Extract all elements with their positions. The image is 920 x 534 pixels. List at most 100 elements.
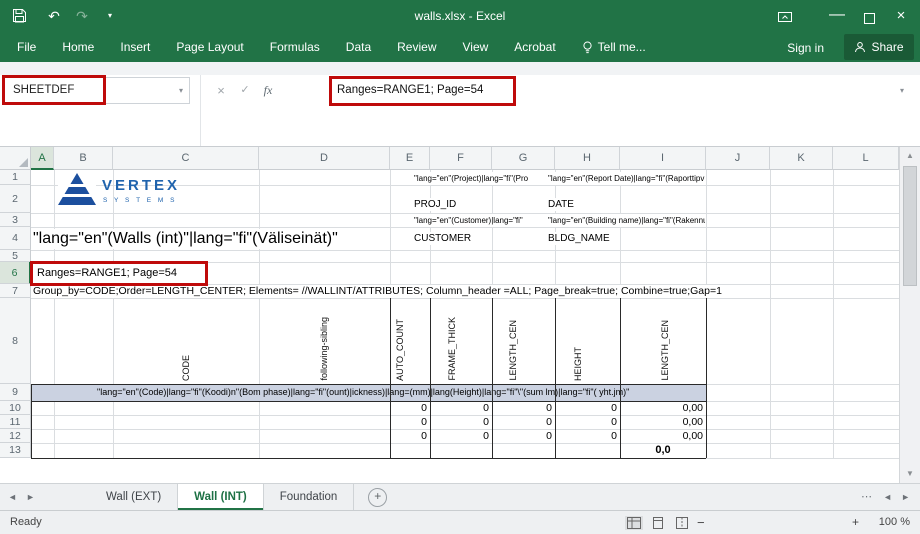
row-header-12[interactable]: 12 bbox=[0, 429, 31, 443]
cell-i11[interactable]: 0,00 bbox=[621, 415, 703, 429]
vertical-scrollbar[interactable]: ▲ ▼ bbox=[899, 147, 920, 483]
column-header-a[interactable]: A bbox=[31, 147, 54, 170]
zoom-out-icon[interactable]: − bbox=[697, 511, 705, 534]
cancel-entry-icon[interactable]: × bbox=[212, 77, 230, 104]
cell-h10[interactable]: 0 bbox=[556, 401, 617, 415]
row-header-9[interactable]: 9 bbox=[0, 384, 31, 401]
sheet-tab-foundation[interactable]: Foundation bbox=[264, 484, 355, 510]
cell-customer[interactable]: CUSTOMER bbox=[414, 232, 471, 245]
tab-formulas[interactable]: Formulas bbox=[257, 32, 333, 62]
zoom-level[interactable]: 100 % bbox=[879, 511, 910, 534]
select-all-corner[interactable] bbox=[0, 147, 31, 170]
sign-in-link[interactable]: Sign in bbox=[787, 32, 824, 64]
tab-splitter-icon[interactable]: ⋯ bbox=[861, 484, 872, 510]
column-header-c[interactable]: C bbox=[113, 147, 259, 170]
vertical-scrollbar-thumb[interactable] bbox=[903, 166, 917, 286]
cell-proj-id[interactable]: PROJ_ID bbox=[414, 198, 456, 211]
cell-table-header-row[interactable]: "lang="en"(Code)|lang="fi"(Koodi)n"(Bom … bbox=[97, 384, 629, 401]
maximize-button[interactable] bbox=[854, 11, 884, 29]
cell-report-date-label[interactable]: "lang="en"(Report Date)|lang="fi"(Raport… bbox=[548, 172, 705, 185]
column-header-k[interactable]: K bbox=[770, 147, 833, 170]
cell-g12[interactable]: 0 bbox=[493, 429, 552, 443]
new-sheet-button[interactable]: + bbox=[368, 488, 387, 507]
vertical-header-length-cen-1[interactable]: LENGTH_CEN bbox=[508, 320, 518, 381]
row-header-2[interactable]: 2 bbox=[0, 185, 31, 213]
page-break-view-icon[interactable] bbox=[673, 516, 691, 530]
column-header-g[interactable]: G bbox=[492, 147, 555, 170]
cell-f10[interactable]: 0 bbox=[431, 401, 489, 415]
column-header-h[interactable]: H bbox=[555, 147, 620, 170]
share-button[interactable]: Share bbox=[844, 34, 914, 60]
cell-g10[interactable]: 0 bbox=[493, 401, 552, 415]
cell-building-name-label[interactable]: "lang="en"(Building name)|lang="fi"(Rake… bbox=[548, 214, 705, 227]
cell-walls-title[interactable]: "lang="en"(Walls (int)"|lang="fi"(Välise… bbox=[33, 229, 338, 249]
vertical-header-length-cen-2[interactable]: LENGTH_CEN bbox=[660, 320, 670, 381]
column-header-i[interactable]: I bbox=[620, 147, 706, 170]
cell-f12[interactable]: 0 bbox=[431, 429, 489, 443]
tab-insert[interactable]: Insert bbox=[107, 32, 163, 62]
cell-total[interactable]: 0,0 bbox=[620, 443, 706, 458]
row-header-5[interactable]: 5 bbox=[0, 250, 31, 262]
row-header-13[interactable]: 13 bbox=[0, 443, 31, 458]
name-box-dropdown-icon[interactable]: ▾ bbox=[179, 78, 183, 103]
sheet-tab-wall-int[interactable]: Wall (INT) bbox=[178, 484, 264, 510]
row-header-1[interactable]: 1 bbox=[0, 170, 31, 185]
cell-i10[interactable]: 0,00 bbox=[621, 401, 703, 415]
enter-entry-icon[interactable]: ✓ bbox=[236, 77, 254, 104]
cell-project-label[interactable]: "lang="en"(Project)|lang="fi"(Pro bbox=[414, 172, 546, 185]
sheet-nav-left-icon[interactable]: ◄ bbox=[8, 484, 17, 510]
column-header-d[interactable]: D bbox=[259, 147, 390, 170]
close-button[interactable]: × bbox=[886, 0, 916, 32]
tab-file[interactable]: File bbox=[4, 32, 49, 62]
cell-h12[interactable]: 0 bbox=[556, 429, 617, 443]
row-header-8[interactable]: 8 bbox=[0, 298, 31, 384]
cell-e10[interactable]: 0 bbox=[391, 401, 427, 415]
hscroll-right-icon[interactable]: ► bbox=[901, 484, 910, 510]
scroll-up-icon[interactable]: ▲ bbox=[900, 148, 920, 164]
tab-view[interactable]: View bbox=[450, 32, 502, 62]
hscroll-left-icon[interactable]: ◄ bbox=[883, 484, 892, 510]
column-header-l[interactable]: L bbox=[833, 147, 899, 170]
tab-data[interactable]: Data bbox=[333, 32, 384, 62]
normal-view-icon[interactable] bbox=[625, 516, 643, 530]
row-header-10[interactable]: 10 bbox=[0, 401, 31, 415]
sheet-tab-wall-ext[interactable]: Wall (EXT) bbox=[90, 484, 178, 510]
tell-me-box[interactable]: Tell me... bbox=[569, 32, 659, 62]
cell-f11[interactable]: 0 bbox=[431, 415, 489, 429]
minimize-button[interactable]: — bbox=[822, 0, 852, 30]
scroll-down-icon[interactable]: ▼ bbox=[900, 466, 920, 482]
column-header-j[interactable]: J bbox=[706, 147, 770, 170]
row-header-3[interactable]: 3 bbox=[0, 213, 31, 227]
cell-bldg-name[interactable]: BLDG_NAME bbox=[548, 232, 610, 245]
zoom-in-icon[interactable]: + bbox=[852, 511, 859, 534]
ribbon-display-options-icon[interactable] bbox=[778, 10, 792, 28]
cell-e12[interactable]: 0 bbox=[391, 429, 427, 443]
cell-e11[interactable]: 0 bbox=[391, 415, 427, 429]
cell-i12[interactable]: 0,00 bbox=[621, 429, 703, 443]
column-header-f[interactable]: F bbox=[430, 147, 492, 170]
tab-page-layout[interactable]: Page Layout bbox=[163, 32, 256, 62]
tab-acrobat[interactable]: Acrobat bbox=[501, 32, 568, 62]
row-header-7[interactable]: 7 bbox=[0, 284, 31, 298]
row-header-11[interactable]: 11 bbox=[0, 415, 31, 429]
vertical-header-auto-count[interactable]: AUTO_COUNT bbox=[395, 319, 405, 381]
cell-h11[interactable]: 0 bbox=[556, 415, 617, 429]
cell-ranges-def[interactable]: Ranges=RANGE1; Page=54 bbox=[37, 264, 177, 283]
vertical-header-frame-thick[interactable]: FRAME_THICK bbox=[447, 317, 457, 381]
page-layout-view-icon[interactable] bbox=[649, 516, 667, 530]
column-header-b[interactable]: B bbox=[54, 147, 113, 170]
tab-home[interactable]: Home bbox=[49, 32, 107, 62]
insert-function-icon[interactable]: fx bbox=[258, 77, 278, 104]
vertical-header-following-sibling[interactable]: following-sibling bbox=[319, 317, 329, 381]
sheet-nav-right-icon[interactable]: ► bbox=[26, 484, 35, 510]
cell-g11[interactable]: 0 bbox=[493, 415, 552, 429]
cell-customer-label[interactable]: "lang="en"(Customer)|lang="fi" bbox=[414, 214, 546, 227]
tab-review[interactable]: Review bbox=[384, 32, 449, 62]
cell-table-def[interactable]: Group_by=CODE;Order=LENGTH_CENTER; Eleme… bbox=[33, 285, 722, 298]
row-header-6[interactable]: 6 bbox=[0, 262, 31, 284]
column-header-e[interactable]: E bbox=[390, 147, 430, 170]
formula-bar-collapse-icon[interactable]: ▾ bbox=[892, 77, 912, 104]
vertical-header-code[interactable]: CODE bbox=[181, 355, 191, 381]
vertical-header-height[interactable]: HEIGHT bbox=[573, 347, 583, 381]
cell-date[interactable]: DATE bbox=[548, 198, 574, 211]
